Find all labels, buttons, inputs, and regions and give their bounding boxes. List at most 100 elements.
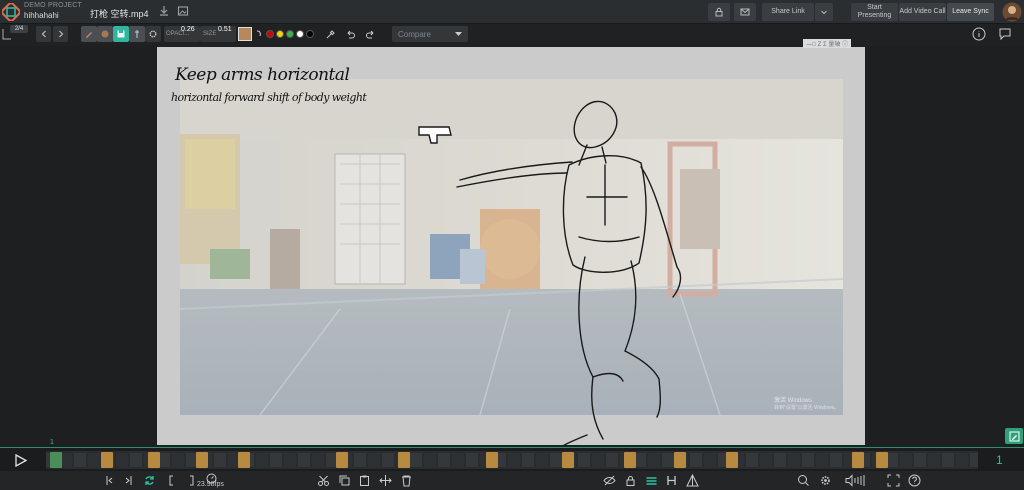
frame-counter: 2/4 xyxy=(10,25,28,33)
trash-icon[interactable] xyxy=(400,474,413,487)
keyframe-2[interactable] xyxy=(101,452,113,468)
mark-out-icon[interactable] xyxy=(184,474,197,487)
caret-down-icon xyxy=(455,31,462,36)
timeline: 1 1 xyxy=(0,439,1024,471)
size-value: 0.51 xyxy=(218,26,232,33)
keyframe-4[interactable] xyxy=(196,452,208,468)
keyframe-5[interactable] xyxy=(238,452,250,468)
keyframe-14[interactable] xyxy=(876,452,888,468)
keyframe-12[interactable] xyxy=(726,452,738,468)
color-swatch-5[interactable] xyxy=(306,30,314,38)
layers-icon[interactable] xyxy=(645,474,658,487)
fps-label: 23.98fps xyxy=(197,481,224,488)
opacity-value: 0.26 xyxy=(181,26,195,33)
mail-button[interactable] xyxy=(734,3,756,21)
keyframe-11[interactable] xyxy=(674,452,686,468)
move-icon[interactable] xyxy=(379,474,392,487)
hand-icon xyxy=(101,30,109,38)
add-video-call-button[interactable]: Add Video Call xyxy=(899,3,946,21)
video-viewer[interactable]: —□ Z Σ 量轴 ⓘ 激活 Windows 转到"设置"以激活 Windows… xyxy=(157,39,865,445)
app-logo-icon[interactable] xyxy=(2,3,20,21)
pin-icon xyxy=(135,30,139,38)
color-swatch-1[interactable] xyxy=(266,30,274,38)
color-palette xyxy=(266,30,314,40)
play-icon[interactable] xyxy=(14,454,28,467)
current-frame: 1 xyxy=(996,453,1003,467)
project-label: DEMO PROJECT xyxy=(24,2,83,9)
keyframe-1[interactable] xyxy=(50,452,62,468)
zoom-fit-icon[interactable] xyxy=(797,474,810,487)
start-presenting-button[interactable]: Start Presenting xyxy=(851,3,898,21)
user-avatar[interactable] xyxy=(1002,2,1022,22)
size-label: SIZE xyxy=(203,31,217,37)
top-bar: DEMO PROJECT hihhahahi 打枪 空转.mp4 Share L… xyxy=(0,0,1024,24)
chevron-down-icon xyxy=(821,10,827,15)
save-icon xyxy=(117,30,125,38)
info-icon[interactable] xyxy=(972,27,986,41)
leave-sync-button[interactable]: Leave Sync xyxy=(947,3,994,21)
keyframe-10[interactable] xyxy=(624,452,636,468)
timeline-track[interactable] xyxy=(46,451,978,469)
color-swatch-3[interactable] xyxy=(286,30,294,38)
keyframe-7[interactable] xyxy=(398,452,410,468)
annotation-text-2: horizontal forward shift of body weight xyxy=(171,91,367,104)
color-swatch-4[interactable] xyxy=(296,30,304,38)
compare-dropdown[interactable]: Compare xyxy=(392,26,468,42)
loop-icon[interactable] xyxy=(143,474,156,487)
eye-off-icon[interactable] xyxy=(603,474,616,487)
save-tool[interactable] xyxy=(113,26,129,42)
next-button[interactable] xyxy=(53,26,68,42)
mail-icon xyxy=(740,8,750,16)
opacity-control[interactable]: OPACI... 0.26 xyxy=(164,26,200,42)
paste-icon[interactable] xyxy=(358,474,371,487)
keyframe-13[interactable] xyxy=(852,452,864,468)
annotation-text-1: Keep arms horizontal xyxy=(175,65,350,85)
redo-icon[interactable] xyxy=(365,29,376,40)
edit-icon xyxy=(1009,431,1019,441)
brush-color-swatch[interactable] xyxy=(238,27,252,41)
step-back-icon[interactable] xyxy=(103,474,116,487)
file-name[interactable]: 打枪 空转.mp4 xyxy=(90,7,149,20)
help-icon[interactable] xyxy=(908,474,921,487)
mark-in-icon[interactable] xyxy=(166,474,179,487)
gear-icon xyxy=(149,30,157,38)
image-icon[interactable] xyxy=(177,5,189,17)
keyframe-3[interactable] xyxy=(148,452,160,468)
undo-icon[interactable] xyxy=(345,29,356,40)
copy-icon[interactable] xyxy=(338,474,351,487)
pencil-tool[interactable] xyxy=(81,26,97,42)
step-forward-icon[interactable] xyxy=(122,474,135,487)
prev-icon xyxy=(41,30,46,38)
lock-icon xyxy=(715,7,723,17)
comment-icon[interactable] xyxy=(998,27,1012,41)
share-link-button[interactable]: Share Link xyxy=(762,3,814,21)
onion-skin-icon[interactable] xyxy=(686,474,699,487)
sketch-overlay xyxy=(418,100,682,445)
settings-icon[interactable] xyxy=(819,474,832,487)
lock-button[interactable] xyxy=(708,3,730,21)
prev-button[interactable] xyxy=(36,26,51,42)
download-icon[interactable] xyxy=(158,5,170,17)
drawing-toolbar: 2/4 OPACI... 0.26 SIZE 0.51 Compare xyxy=(0,24,1024,46)
tool-settings[interactable] xyxy=(145,26,161,42)
size-control[interactable]: SIZE 0.51 xyxy=(200,26,236,42)
playback-controls: 23.98fps xyxy=(0,471,1024,490)
shape-tool[interactable] xyxy=(129,26,145,42)
eyedropper-icon[interactable] xyxy=(325,29,336,40)
fullscreen-icon[interactable] xyxy=(887,474,900,487)
keyframe-8[interactable] xyxy=(486,452,498,468)
share-dropdown-button[interactable] xyxy=(815,3,833,21)
h-icon[interactable] xyxy=(665,474,678,487)
hand-tool[interactable] xyxy=(97,26,113,42)
swap-color-icon[interactable] xyxy=(255,29,263,39)
keyframe-track xyxy=(46,452,978,468)
volume-icon[interactable] xyxy=(845,474,867,487)
color-swatch-2[interactable] xyxy=(276,30,284,38)
lock-icon[interactable] xyxy=(624,474,637,487)
keyframe-9[interactable] xyxy=(562,452,574,468)
project-name[interactable]: hihhahahi xyxy=(24,11,59,20)
timeline-marker-label: 1 xyxy=(50,439,54,446)
scissors-icon[interactable] xyxy=(317,474,330,487)
annotate-button[interactable] xyxy=(1005,428,1023,444)
keyframe-6[interactable] xyxy=(336,452,348,468)
